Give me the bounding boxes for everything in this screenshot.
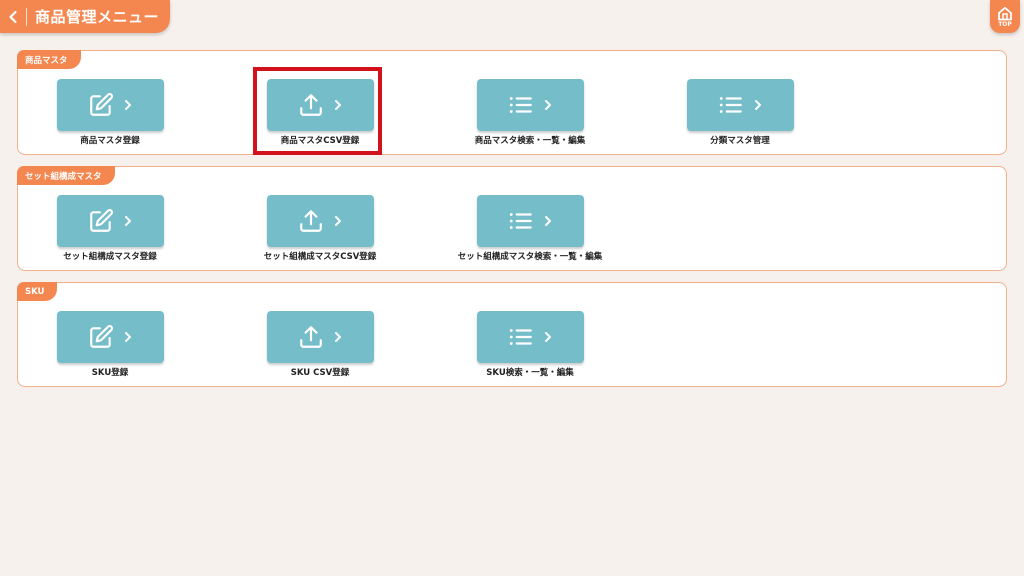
category-master-button[interactable] — [686, 79, 794, 131]
edit-icon — [90, 93, 113, 116]
chevron-right-icon — [125, 100, 131, 110]
menu-item-product-register[interactable]: 商品マスタ登録 — [20, 79, 200, 146]
highlight-annotation — [253, 67, 382, 155]
menu-item-sku-search[interactable]: SKU検索・一覧・編集 — [440, 311, 620, 378]
menu-item-set-csv-register[interactable]: セット組構成マスタCSV登録 — [230, 195, 410, 262]
section-set-master: セット組構成マスタ セット組構成マスタ登録 セット組構成マスタCSV登録 セット… — [17, 166, 1007, 271]
chevron-right-icon — [125, 216, 131, 226]
chevron-right-icon — [125, 332, 131, 342]
top-button[interactable]: TOP — [990, 0, 1020, 33]
edit-icon — [90, 209, 113, 232]
edit-icon — [90, 325, 113, 348]
menu-label: セット組構成マスタCSV登録 — [263, 252, 377, 262]
menu-label: SKU登録 — [91, 368, 129, 378]
page-title: 商品管理メニュー — [35, 8, 160, 26]
section-sku: SKU SKU登録 SKU CSV登録 SKU検索・一覧・編集 — [17, 282, 1007, 387]
chevron-right-icon — [755, 100, 761, 110]
product-search-button[interactable] — [476, 79, 584, 131]
chevron-right-icon — [335, 216, 341, 226]
back-button[interactable] — [0, 0, 26, 33]
list-icon — [509, 213, 532, 229]
set-search-button[interactable] — [476, 195, 584, 247]
chevron-right-icon — [545, 216, 551, 226]
menu-item-set-search[interactable]: セット組構成マスタ検索・一覧・編集 — [440, 195, 620, 262]
menu-item-product-search[interactable]: 商品マスタ検索・一覧・編集 — [440, 79, 620, 146]
section-tag: SKU — [17, 282, 58, 301]
section-product-master: 商品マスタ 商品マスタ登録 商品マスタCSV登録 商品マスタ検索・一覧・編集 分… — [17, 50, 1007, 155]
menu-item-category-master[interactable]: 分類マスタ管理 — [650, 79, 830, 146]
upload-icon — [300, 210, 322, 232]
set-csv-register-button[interactable] — [266, 195, 374, 247]
chevron-right-icon — [335, 332, 341, 342]
list-icon — [509, 329, 532, 345]
menu-label: 分類マスタ管理 — [710, 136, 770, 146]
chevron-right-icon — [545, 100, 551, 110]
sku-csv-register-button[interactable] — [266, 311, 374, 363]
menu-label: セット組構成マスタ登録 — [63, 252, 157, 262]
set-register-button[interactable] — [56, 195, 164, 247]
menu-label: SKU検索・一覧・編集 — [486, 368, 574, 378]
header-bar: 商品管理メニュー — [0, 0, 170, 33]
menu-item-sku-csv-register[interactable]: SKU CSV登録 — [230, 311, 410, 378]
list-icon — [719, 97, 742, 113]
menu-label: 商品マスタ登録 — [80, 136, 140, 146]
menu-item-sku-register[interactable]: SKU登録 — [20, 311, 200, 378]
title-separator — [26, 7, 27, 26]
sku-register-button[interactable] — [56, 311, 164, 363]
upload-icon — [300, 326, 322, 348]
list-icon — [509, 97, 532, 113]
section-tag: 商品マスタ — [17, 50, 81, 69]
menu-label: SKU CSV登録 — [290, 368, 350, 378]
menu-item-set-register[interactable]: セット組構成マスタ登録 — [20, 195, 200, 262]
menu-label: セット組構成マスタ検索・一覧・編集 — [457, 252, 603, 262]
chevron-right-icon — [545, 332, 551, 342]
menu-label: 商品マスタ検索・一覧・編集 — [474, 136, 586, 146]
section-tag: セット組構成マスタ — [17, 166, 115, 185]
home-icon — [998, 6, 1012, 20]
sku-search-button[interactable] — [476, 311, 584, 363]
chevron-left-icon — [9, 10, 17, 23]
top-label: TOP — [998, 20, 1012, 28]
product-register-button[interactable] — [56, 79, 164, 131]
